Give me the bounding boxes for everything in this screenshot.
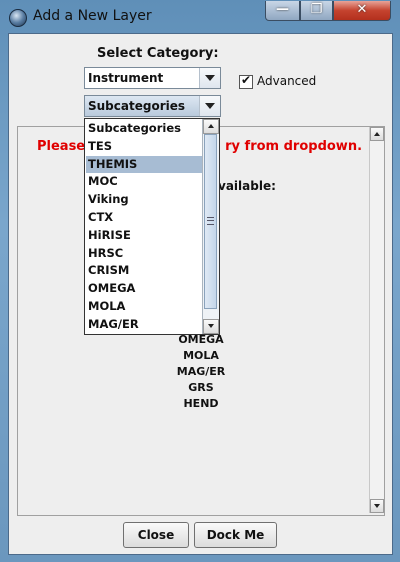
dropdown-scroll-up-button[interactable] (203, 119, 219, 134)
dropdown-option[interactable]: HRSC (86, 245, 204, 263)
dropdown-option[interactable]: Viking (86, 191, 204, 209)
dropdown-option-selected[interactable]: THEMIS (86, 155, 204, 174)
advanced-checkbox[interactable]: ✔ (239, 73, 253, 89)
dropdown-option[interactable]: OMEGA (86, 280, 204, 298)
globe-icon (9, 9, 27, 27)
dropdown-option[interactable]: CTX (86, 209, 204, 227)
dialog-window: Add a New Layer — ❐ ✕ Select Category: I… (0, 0, 400, 562)
panel-scrollbar[interactable] (369, 127, 384, 513)
subcategory-dropdown[interactable]: Subcategories (84, 95, 221, 117)
dropdown-scroll-down-button[interactable] (203, 319, 219, 334)
subcategory-dropdown-list: Subcategories TES THEMIS MOC Viking CTX … (84, 118, 220, 335)
dropdown-option[interactable]: CRISM (86, 262, 204, 280)
advanced-label: Advanced (257, 74, 317, 88)
chevron-down-icon (205, 75, 215, 81)
minimize-icon: — (276, 2, 289, 17)
instruction-message-start: Please (37, 139, 86, 154)
chevron-down-icon (205, 103, 215, 109)
dropdown-option[interactable]: MAG/ER (86, 316, 204, 334)
category-dropdown[interactable]: Instrument (84, 67, 221, 89)
minimize-button[interactable]: — (265, 1, 300, 21)
dropdown-option[interactable]: Subcategories (86, 120, 204, 138)
close-button[interactable]: Close (123, 522, 189, 548)
list-item[interactable]: MAG/ER (166, 364, 236, 380)
category-dropdown-value: Instrument (88, 71, 164, 85)
list-item[interactable]: HEND (166, 396, 236, 412)
list-item[interactable]: MOLA (166, 348, 236, 364)
title-bar[interactable]: Add a New Layer — ❐ ✕ (0, 0, 400, 34)
close-window-button[interactable]: ✕ (333, 1, 391, 21)
subcategory-dropdown-value: Subcategories (88, 99, 186, 113)
maximize-icon: ❐ (310, 2, 323, 17)
list-item[interactable]: GRS (166, 380, 236, 396)
dropdown-option[interactable]: TES (86, 138, 204, 156)
chevron-down-icon (374, 504, 380, 508)
dropdown-scroll-thumb[interactable] (204, 134, 217, 309)
select-category-label: Select Category: (97, 46, 219, 61)
close-icon: ✕ (356, 2, 368, 17)
category-dropdown-arrow[interactable] (199, 68, 220, 88)
available-layers-list: OMEGA MOLA MAG/ER GRS HEND (166, 332, 236, 412)
dropdown-scrollbar[interactable] (202, 119, 219, 334)
chevron-up-icon (374, 132, 380, 136)
scroll-down-button[interactable] (370, 499, 384, 513)
dropdown-option[interactable]: HiRISE (86, 227, 204, 245)
available-label: vailable: (218, 179, 276, 193)
scroll-up-button[interactable] (370, 127, 384, 141)
subcategory-dropdown-arrow[interactable] (199, 96, 220, 116)
checkmark-icon: ✔ (241, 73, 252, 87)
window-title: Add a New Layer (33, 8, 152, 24)
dropdown-option[interactable]: MOLA (86, 298, 204, 316)
dropdown-option[interactable]: MOC (86, 173, 204, 191)
maximize-button[interactable]: ❐ (300, 1, 333, 21)
grip-icon (207, 217, 214, 225)
chevron-up-icon (208, 124, 214, 128)
chevron-down-icon (208, 324, 214, 328)
instruction-message-end: ry from dropdown. (225, 139, 363, 154)
dock-me-button[interactable]: Dock Me (194, 522, 277, 548)
